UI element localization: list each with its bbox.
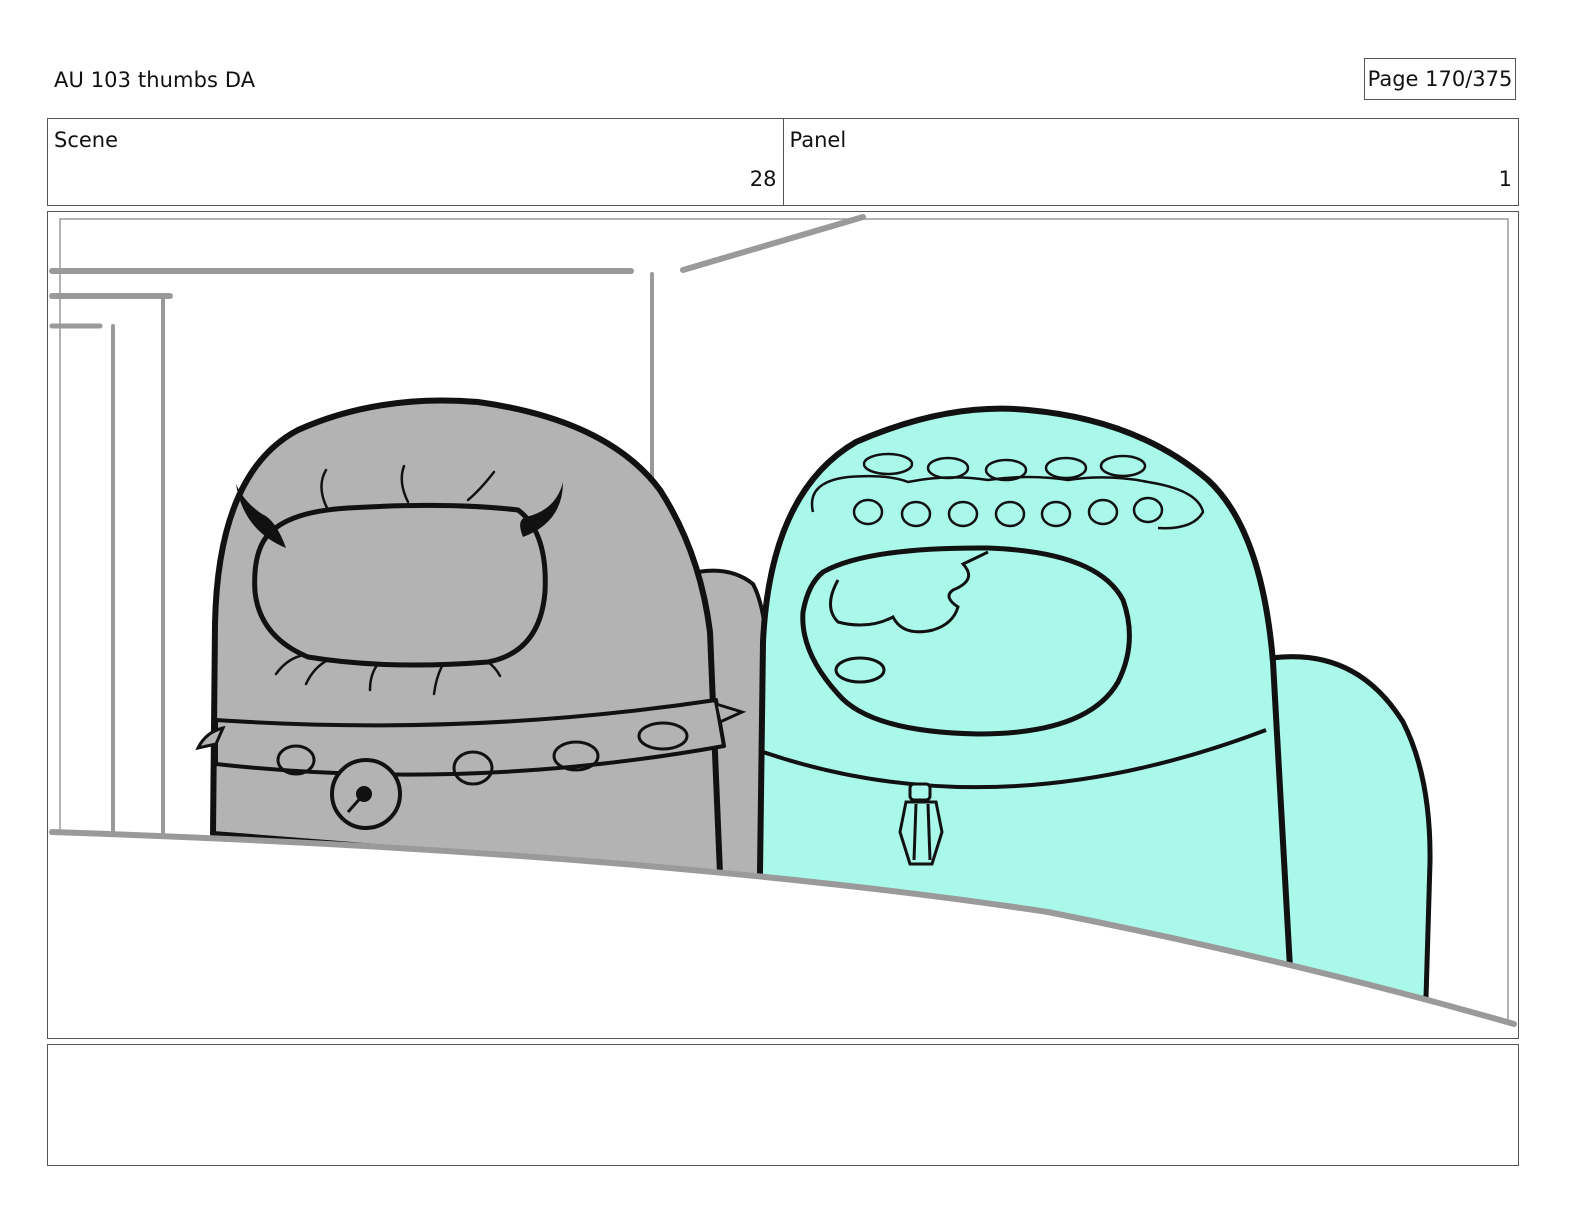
- panel-label: Panel: [789, 128, 847, 152]
- page-counter: Page 170/375: [1364, 58, 1516, 100]
- panel-number: 1: [1498, 167, 1512, 191]
- panel-cell: Panel 1: [782, 119, 1519, 205]
- document-title: AU 103 thumbs DA: [54, 68, 256, 92]
- panel-notes-box: [47, 1044, 1519, 1166]
- storyboard-panel: [47, 211, 1519, 1039]
- cyan-visor: [800, 545, 1132, 737]
- gray-visor: [252, 502, 548, 668]
- storyboard-drawing: [48, 214, 1517, 1038]
- scene-label: Scene: [54, 128, 119, 152]
- scene-panel-info: Scene 28 Panel 1: [47, 118, 1519, 206]
- scene-cell: Scene 28: [48, 119, 783, 205]
- scene-number: 28: [749, 167, 777, 191]
